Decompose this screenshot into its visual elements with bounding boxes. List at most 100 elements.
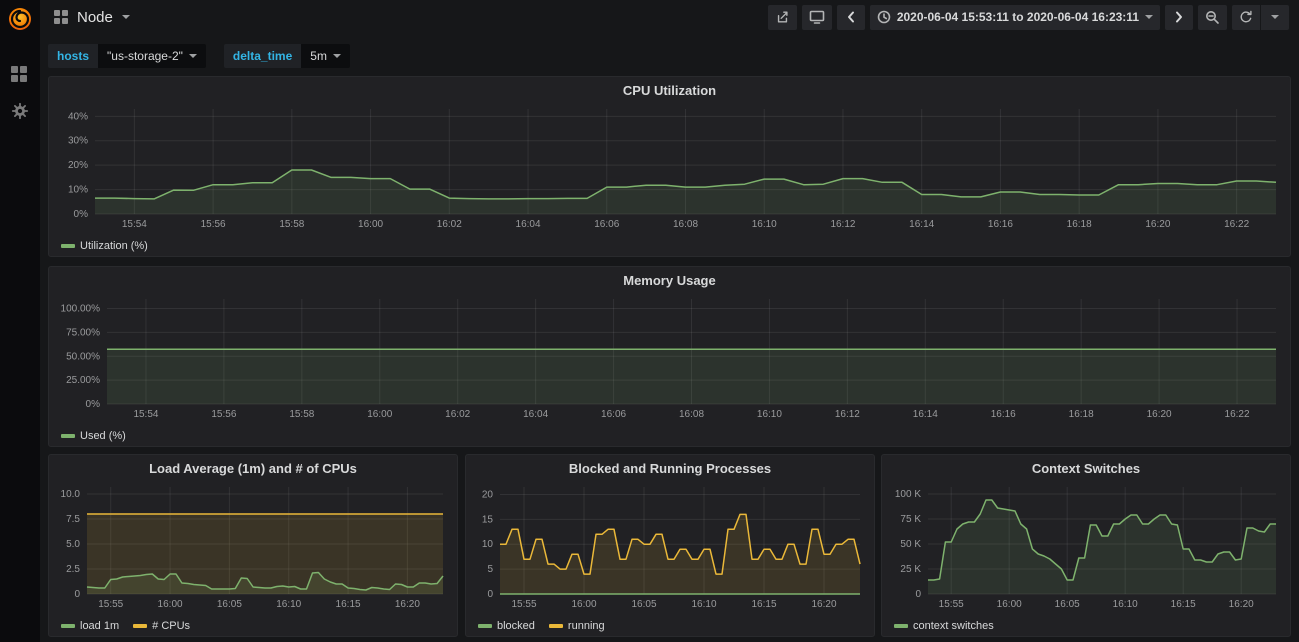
svg-text:16:00: 16:00 [367,409,392,420]
dashboard-title: Node [77,9,113,26]
svg-text:16:05: 16:05 [217,599,242,610]
svg-text:15:55: 15:55 [98,599,123,610]
svg-text:16:16: 16:16 [991,409,1016,420]
settings-gear-icon[interactable] [11,102,29,120]
svg-text:16:16: 16:16 [988,219,1013,230]
chart-legend: context switches [894,620,994,632]
submenu-variables: hosts "us-storage-2" delta_time 5m [48,44,350,68]
dashboards-icon[interactable] [11,66,29,84]
chevron-down-icon [122,15,130,19]
legend-swatch-icon [133,624,147,628]
svg-text:16:18: 16:18 [1067,219,1092,230]
legend-item[interactable]: Utilization (%) [61,240,148,252]
refresh-button[interactable] [1232,5,1260,30]
variable-value-text: "us-storage-2" [107,49,183,68]
time-picker-button[interactable]: 2020-06-04 15:53:11 to 2020-06-04 16:23:… [870,5,1160,30]
svg-text:15:56: 15:56 [201,219,226,230]
svg-text:16:10: 16:10 [757,409,782,420]
svg-text:7.5: 7.5 [66,514,80,525]
svg-text:5: 5 [487,564,493,575]
panel-title[interactable]: Memory Usage [49,267,1290,291]
svg-text:15: 15 [482,514,494,525]
svg-text:10%: 10% [68,185,88,196]
legend-item[interactable]: Used (%) [61,430,126,442]
legend-item[interactable]: context switches [894,620,994,632]
chart-canvas[interactable]: 02.55.07.510.015:5516:0016:0516:1016:151… [55,481,451,612]
panel-cpu-utilization: CPU Utilization 0%10%20%30%40%15:5415:56… [48,76,1291,257]
svg-text:30%: 30% [68,136,88,147]
chevron-down-icon [1145,15,1153,19]
legend-item[interactable]: load 1m [61,620,119,632]
chevron-down-icon [1271,15,1279,19]
variable-delta-time: delta_time 5m [224,44,350,68]
svg-text:15:54: 15:54 [122,219,147,230]
variable-value-text: 5m [310,49,327,68]
variable-value-hosts[interactable]: "us-storage-2" [98,44,206,68]
chart-legend: load 1m # CPUs [61,620,190,632]
svg-text:16:06: 16:06 [594,219,619,230]
legend-label: blocked [497,620,535,632]
legend-item[interactable]: # CPUs [133,620,190,632]
time-range-back-button[interactable] [837,5,865,30]
sidebar [0,0,40,642]
variable-label-hosts: hosts [48,44,98,68]
panel-title[interactable]: Load Average (1m) and # of CPUs [49,455,457,479]
chart-canvas[interactable]: 0%10%20%30%40%15:5415:5615:5816:0016:021… [55,103,1284,232]
refresh-interval-button[interactable] [1261,5,1289,30]
svg-text:16:02: 16:02 [445,409,470,420]
svg-text:16:10: 16:10 [752,219,777,230]
svg-text:16:22: 16:22 [1224,219,1249,230]
svg-text:15:55: 15:55 [511,599,536,610]
svg-text:16:20: 16:20 [1229,599,1254,610]
svg-text:16:20: 16:20 [1145,219,1170,230]
share-button[interactable] [768,5,797,30]
svg-text:25.00%: 25.00% [66,375,100,386]
svg-text:16:10: 16:10 [691,599,716,610]
tv-mode-button[interactable] [802,5,832,30]
chevron-down-icon [189,54,197,58]
svg-text:5.0: 5.0 [66,539,80,550]
svg-text:15:58: 15:58 [289,409,314,420]
svg-text:50.00%: 50.00% [66,351,100,362]
legend-item[interactable]: blocked [478,620,535,632]
variable-value-delta-time[interactable]: 5m [301,44,350,68]
variable-label-delta-time: delta_time [224,44,301,68]
svg-text:16:12: 16:12 [835,409,860,420]
svg-text:15:58: 15:58 [279,219,304,230]
svg-text:16:15: 16:15 [751,599,776,610]
time-range-forward-button[interactable] [1165,5,1193,30]
panel-title[interactable]: Context Switches [882,455,1290,479]
panel-title[interactable]: Blocked and Running Processes [466,455,874,479]
variable-hosts: hosts "us-storage-2" [48,44,206,68]
legend-label: Utilization (%) [80,240,148,252]
svg-text:10.0: 10.0 [61,489,81,500]
panel-title[interactable]: CPU Utilization [49,77,1290,101]
svg-text:15:55: 15:55 [939,599,964,610]
zoom-out-button[interactable] [1198,5,1227,30]
svg-text:16:00: 16:00 [997,599,1022,610]
chart-canvas[interactable]: 025 K50 K75 K100 K15:5516:0016:0516:1016… [888,481,1284,612]
dashboard-grid-icon [54,10,68,24]
svg-text:16:08: 16:08 [679,409,704,420]
svg-text:0: 0 [915,589,921,600]
svg-text:16:06: 16:06 [601,409,626,420]
magnifier-icon [1205,10,1220,25]
chart-canvas[interactable]: 0%25.00%50.00%75.00%100.00%15:5415:5615:… [55,293,1284,422]
legend-label: context switches [913,620,994,632]
chart-svg: 02.55.07.510.015:5516:0016:0516:1016:151… [55,481,451,612]
svg-text:10: 10 [482,539,494,550]
legend-swatch-icon [61,624,75,628]
svg-text:75.00%: 75.00% [66,327,100,338]
svg-text:16:00: 16:00 [571,599,596,610]
dashboard-title-button[interactable]: Node [54,9,130,26]
svg-text:20%: 20% [68,160,88,171]
svg-text:50 K: 50 K [900,539,921,550]
chart-canvas[interactable]: 0510152015:5516:0016:0516:1016:1516:20 [472,481,868,612]
chart-svg: 0510152015:5516:0016:0516:1016:1516:20 [472,481,868,612]
grafana-logo-icon[interactable] [7,6,33,32]
chart-legend: Utilization (%) [61,240,148,252]
svg-text:16:15: 16:15 [1171,599,1196,610]
legend-item[interactable]: running [549,620,605,632]
svg-text:0: 0 [74,589,80,600]
svg-text:16:04: 16:04 [516,219,541,230]
